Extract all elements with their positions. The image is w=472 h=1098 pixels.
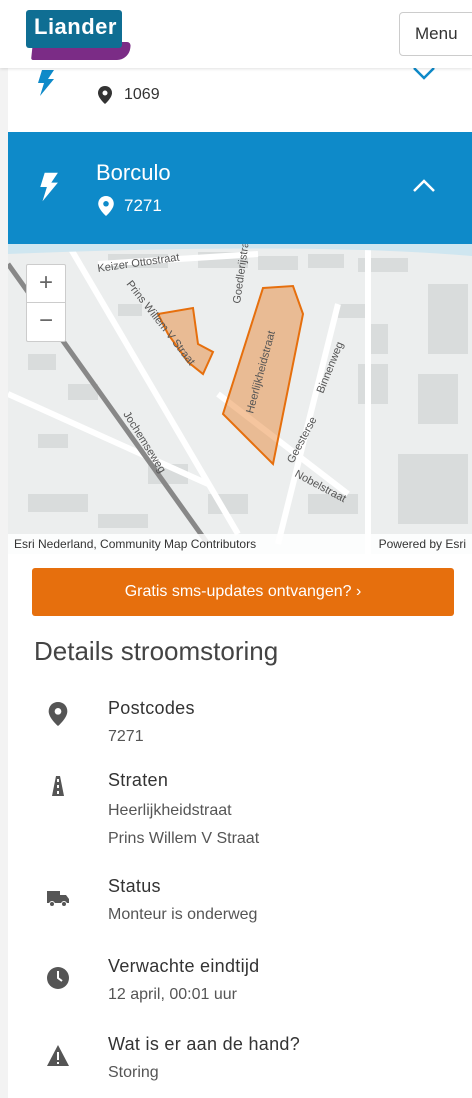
detail-label: Straten (108, 770, 169, 790)
detail-label: Verwachte eindtijd (108, 956, 260, 976)
detail-value: 7271 (108, 728, 144, 745)
outage-map[interactable]: Keizer Ottostraat Prins Willem V Straat … (8, 244, 472, 554)
detail-label: Wat is er aan de hand? (108, 1034, 301, 1054)
map-zoom-control: + − (26, 264, 66, 342)
outage-item-expanded[interactable]: Borculo 7271 (8, 132, 472, 244)
warning-icon (47, 1045, 69, 1066)
zoom-in-button[interactable]: + (27, 265, 65, 303)
outage-panel: 1069 Borculo 7271 Keizer Ottostraat Prin… (8, 67, 472, 1098)
detail-value: Heerlijkheidstraat (108, 802, 232, 819)
outage-item-collapsed[interactable]: 1069 (8, 67, 472, 132)
outage-place-title: Borculo (96, 160, 171, 185)
clock-icon (47, 967, 69, 989)
details-title: Details stroomstoring (34, 636, 279, 666)
location-pin-icon (98, 86, 112, 104)
detail-value: Storing (108, 1064, 159, 1081)
map-canvas[interactable]: Keizer Ottostraat Prins Willem V Straat … (8, 244, 472, 554)
sms-updates-button[interactable]: Gratis sms-updates ontvangen? › (32, 568, 454, 616)
chevron-up-icon[interactable] (412, 176, 436, 196)
detail-value: Monteur is onderweg (108, 906, 258, 923)
map-attribution-left[interactable]: Esri Nederland, Community Map Contributo… (14, 537, 256, 551)
outage-zip: 7271 (124, 196, 162, 215)
location-pin-icon (98, 196, 114, 216)
menu-button[interactable]: Menu (399, 12, 472, 56)
map-attribution: Esri Nederland, Community Map Contributo… (8, 534, 472, 554)
lightning-icon (38, 70, 54, 96)
liander-logo[interactable]: Liander (26, 10, 131, 60)
map-attribution-right[interactable]: Powered by Esri (379, 537, 466, 551)
location-pin-icon (48, 702, 68, 726)
top-header: Liander Menu (0, 0, 472, 68)
road-icon (52, 776, 64, 796)
logo-text: Liander (34, 14, 117, 39)
zoom-out-button[interactable]: − (27, 303, 65, 341)
detail-value: 12 april, 00:01 uur (108, 986, 237, 1003)
detail-label: Postcodes (108, 698, 195, 718)
lightning-icon (40, 172, 58, 202)
truck-icon (47, 891, 69, 907)
detail-label: Status (108, 876, 161, 896)
detail-value: Prins Willem V Straat (108, 830, 260, 847)
outage-zip: 1069 (124, 86, 160, 103)
